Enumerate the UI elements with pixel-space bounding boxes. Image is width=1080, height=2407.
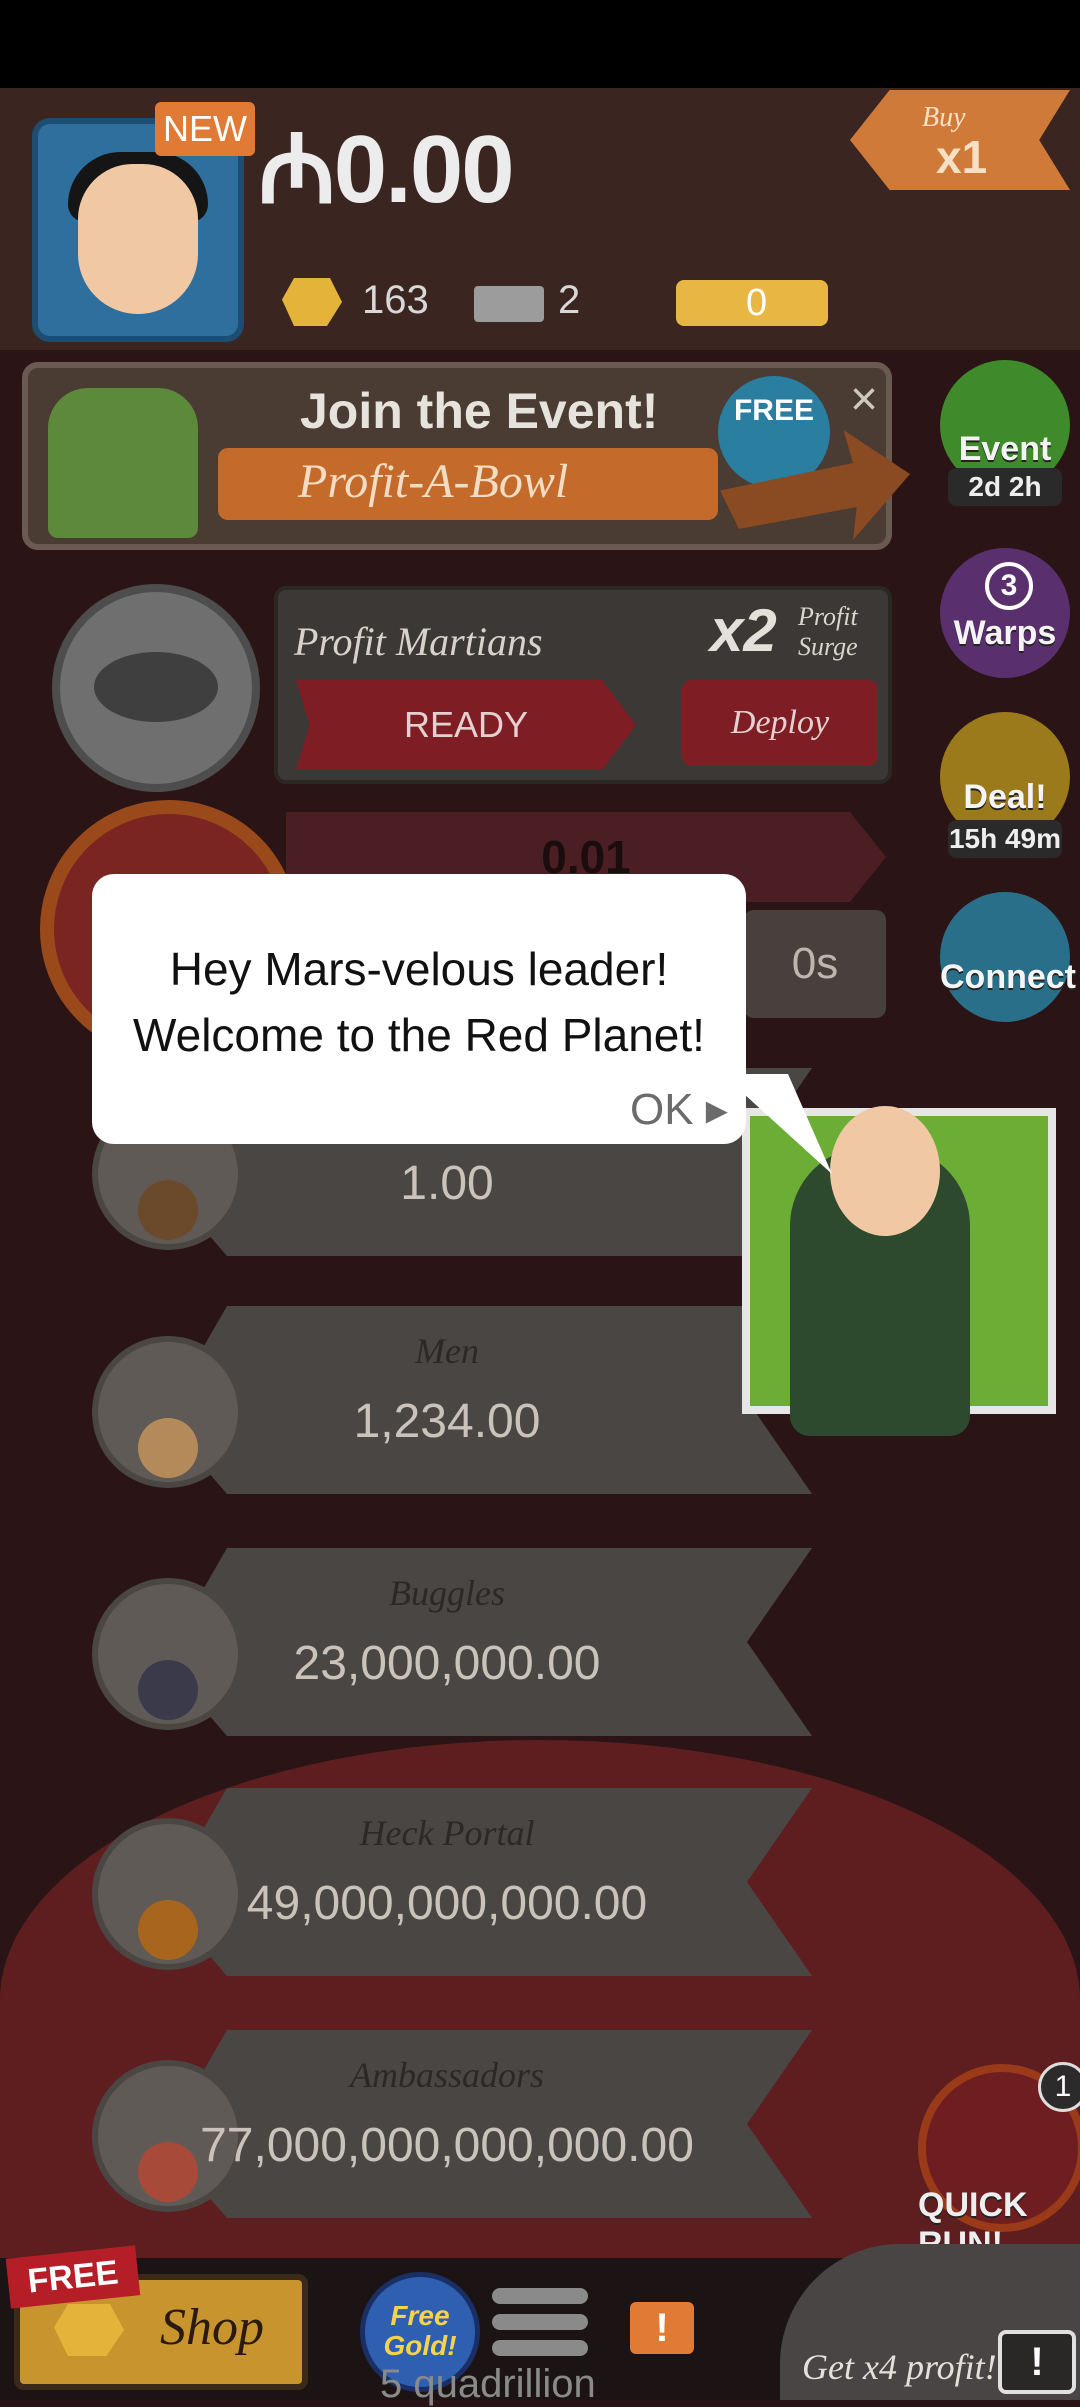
business-value: 1,234.00 <box>353 1395 541 1448</box>
business-row-ambassadors[interactable]: Ambassadors 77,000,000,000,000.00 <box>92 2030 814 2218</box>
event-badge-timer: 2d 2h <box>948 468 1062 506</box>
business-value: 1.00 <box>400 1157 494 1210</box>
gold-count: 163 <box>362 278 429 322</box>
business-row-buggles[interactable]: Buggles 23,000,000.00 <box>92 1548 814 1736</box>
surge-label: Profit Surge <box>798 602 858 662</box>
ok-button[interactable]: OK ▸ <box>630 1084 728 1135</box>
event-name: Profit-A-Bowl <box>298 455 569 508</box>
avatar-face <box>78 164 198 314</box>
event-badge-label: Event <box>958 430 1052 468</box>
dialog-text: Hey Mars-velous leader! Welcome to the R… <box>92 936 746 1068</box>
new-badge: NEW <box>155 102 255 156</box>
deal-timer: 15h 49m <box>948 820 1062 858</box>
megaticket-button[interactable]: 0 <box>676 280 828 326</box>
business-value: 77,000,000,000,000.00 <box>200 2119 694 2172</box>
close-icon[interactable]: × <box>850 372 878 427</box>
character-head <box>830 1106 940 1236</box>
profit-martians-panel: Profit Martians x2 Profit Surge READY De… <box>274 586 892 784</box>
warps-badge-button[interactable]: 3 Warps <box>940 548 1070 678</box>
dialog-line2: Welcome to the Red Planet! <box>133 1009 705 1061</box>
gold-icon <box>54 2304 124 2356</box>
connect-label: Connect <box>940 958 1076 996</box>
business-value: 23,000,000.00 <box>293 1637 601 1690</box>
alert-icon[interactable]: ! <box>630 2302 694 2354</box>
megaticket-count: 0 <box>746 282 768 324</box>
event-character <box>48 388 198 538</box>
deploy-button[interactable]: Deploy <box>682 680 878 766</box>
free-label: FREE <box>733 394 814 427</box>
connect-badge-button[interactable]: Connect <box>940 892 1076 1022</box>
martian-ufo-icon[interactable] <box>52 584 260 792</box>
menu-icon[interactable] <box>492 2288 588 2368</box>
business-row-heck-portal[interactable]: Heck Portal 49,000,000,000.00 <box>92 1788 814 1976</box>
first-business-timer: 0s <box>744 910 886 1018</box>
martians-name: Profit Martians <box>294 619 543 664</box>
shop-label: Shop <box>160 2299 264 2356</box>
buy-multiplier: x1 <box>936 131 988 183</box>
ready-button[interactable]: READY <box>296 680 636 770</box>
buggles-image <box>138 1660 198 1720</box>
business-name: Heck Portal <box>359 1813 535 1853</box>
tutorial-dialog[interactable]: Hey Mars-velous leader! Welcome to the R… <box>92 874 832 1174</box>
heck-portal-image <box>138 1900 198 1960</box>
deal-label: Deal! <box>963 778 1047 816</box>
get-x4-label: Get x4 profit! <box>802 2347 997 2387</box>
ambassadors-image <box>138 2142 198 2202</box>
money-counter: ₼0.00 <box>258 116 515 223</box>
business-name: Ambassadors <box>349 2055 545 2095</box>
business-value: 49,000,000,000.00 <box>246 1877 648 1930</box>
free-gold-label: Free Gold! <box>383 2300 457 2361</box>
business-image <box>138 1180 198 1240</box>
quick-run-count: 1 <box>1038 2062 1080 2112</box>
event-title: Join the Event! <box>300 383 659 439</box>
event-badge-button[interactable]: Event 2d 2h <box>940 360 1070 506</box>
tickets-count: 2 <box>558 278 581 322</box>
ufo-icon <box>94 652 218 722</box>
surge-line2: Surge <box>798 632 858 661</box>
business-row-men[interactable]: Men 1,234.00 <box>92 1306 814 1494</box>
martians-multiplier: x2 <box>710 597 777 664</box>
business-name: Buggles <box>389 1573 505 1613</box>
tv-icon: ! <box>998 2330 1076 2394</box>
warps-count: 3 <box>985 562 1033 610</box>
ticket-icon <box>474 286 544 322</box>
free-gold-badge: FREE <box>718 376 830 488</box>
buy-multiplier-button[interactable]: Buy x1 <box>850 90 1070 190</box>
deal-badge-button[interactable]: Deal! 15h 49m <box>940 712 1070 858</box>
dialog-line1: Hey Mars-velous leader! <box>169 943 669 995</box>
business-name: Men <box>415 1331 479 1371</box>
warps-label: Warps <box>953 614 1057 652</box>
men-image <box>138 1418 198 1478</box>
surge-line1: Profit <box>798 602 858 631</box>
quadrillion-text: 5 quadrillion <box>380 2362 596 2406</box>
status-bar <box>0 0 1080 88</box>
tutorial-character <box>742 1106 1056 1436</box>
